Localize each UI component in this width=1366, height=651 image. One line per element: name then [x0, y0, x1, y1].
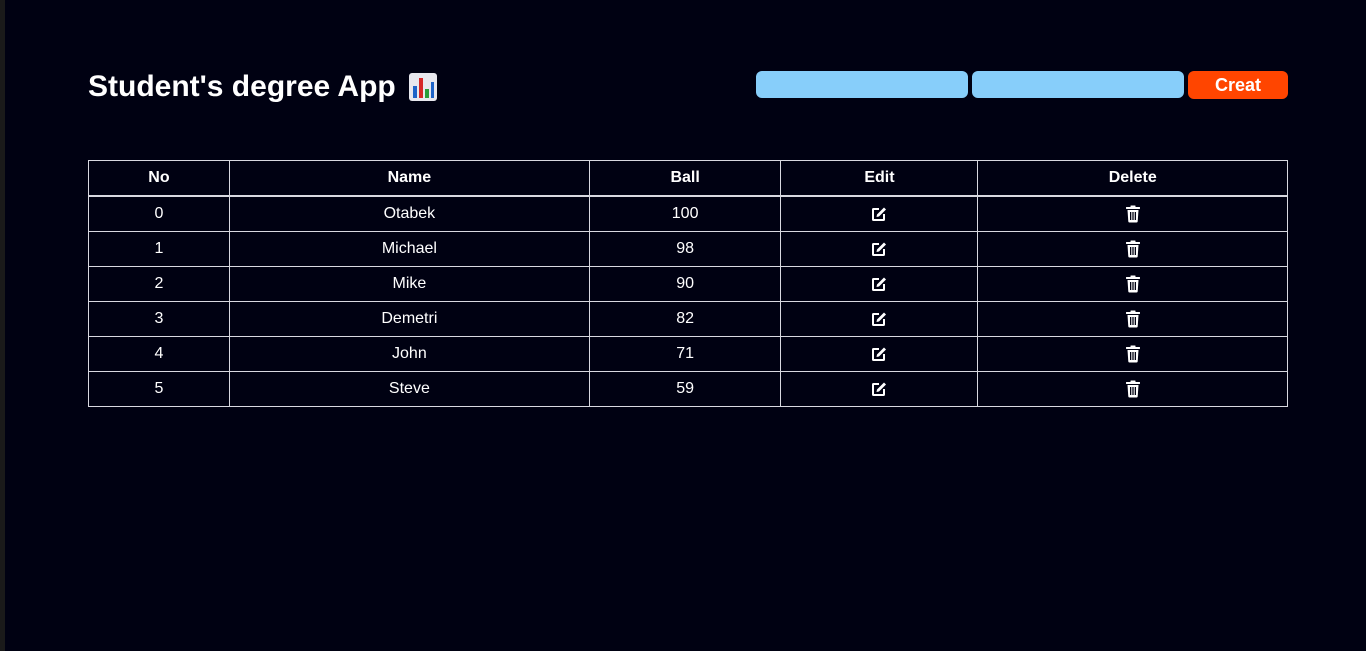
cell-edit: [780, 301, 979, 337]
cell-no: 4: [88, 336, 230, 372]
column-header-edit: Edit: [780, 160, 979, 197]
edit-icon[interactable]: [869, 239, 889, 259]
column-header-delete: Delete: [977, 160, 1288, 197]
cell-ball: 71: [588, 336, 782, 372]
cell-name: Steve: [228, 371, 590, 407]
cell-ball: 98: [588, 231, 782, 267]
cell-delete: [977, 231, 1288, 267]
cell-no: 1: [88, 231, 230, 267]
create-button[interactable]: Creat: [1188, 71, 1288, 99]
column-header-ball: Ball: [588, 160, 782, 197]
trash-icon[interactable]: [1123, 379, 1143, 399]
cell-ball: 100: [588, 195, 782, 232]
cell-delete: [977, 195, 1288, 232]
student-form: Creat: [756, 71, 1288, 99]
cell-edit: [780, 266, 979, 302]
cell-delete: [977, 266, 1288, 302]
table-row: 0 Otabek 100: [88, 195, 1288, 232]
bar-chart-icon: [408, 73, 437, 101]
cell-no: 5: [88, 371, 230, 407]
cell-edit: [780, 371, 979, 407]
cell-name: Mike: [228, 266, 590, 302]
column-header-name: Name: [228, 160, 590, 197]
table-row: 4 John 71: [88, 336, 1288, 372]
cell-ball: 59: [588, 371, 782, 407]
cell-ball: 82: [588, 301, 782, 337]
trash-icon[interactable]: [1123, 344, 1143, 364]
trash-icon[interactable]: [1123, 204, 1143, 224]
cell-no: 2: [88, 266, 230, 302]
table-header-row: No Name Ball Edit Delete: [88, 160, 1288, 197]
name-input[interactable]: [756, 71, 968, 98]
edit-icon[interactable]: [869, 379, 889, 399]
trash-icon[interactable]: [1123, 274, 1143, 294]
page-title-text: Student's degree App: [88, 70, 396, 103]
trash-icon[interactable]: [1123, 309, 1143, 329]
cell-delete: [977, 371, 1288, 407]
trash-icon[interactable]: [1123, 239, 1143, 259]
cell-edit: [780, 195, 979, 232]
column-header-no: No: [88, 160, 230, 197]
table-row: 3 Demetri 82: [88, 301, 1288, 337]
edit-icon[interactable]: [869, 204, 889, 224]
cell-name: John: [228, 336, 590, 372]
cell-delete: [977, 301, 1288, 337]
window-edge: [0, 0, 5, 651]
ball-input[interactable]: [972, 71, 1184, 98]
cell-name: Michael: [228, 231, 590, 267]
cell-name: Otabek: [228, 195, 590, 232]
cell-edit: [780, 336, 979, 372]
cell-no: 3: [88, 301, 230, 337]
cell-name: Demetri: [228, 301, 590, 337]
table-row: 5 Steve 59: [88, 371, 1288, 407]
cell-delete: [977, 336, 1288, 372]
table-row: 2 Mike 90: [88, 266, 1288, 302]
header: Student's degree App Creat: [88, 68, 1288, 108]
students-table: No Name Ball Edit Delete 0 Otabek 100 1 Mich…: [88, 160, 1288, 407]
edit-icon[interactable]: [869, 274, 889, 294]
cell-edit: [780, 231, 979, 267]
cell-no: 0: [88, 195, 230, 232]
page-title: Student's degree App: [88, 68, 438, 106]
edit-icon[interactable]: [869, 344, 889, 364]
table-body: 0 Otabek 100 1 Michael 98 2 Mike 90 3 Demetri 82 4 Jo…: [88, 195, 1288, 407]
table-row: 1 Michael 98: [88, 231, 1288, 267]
edit-icon[interactable]: [869, 309, 889, 329]
cell-ball: 90: [588, 266, 782, 302]
